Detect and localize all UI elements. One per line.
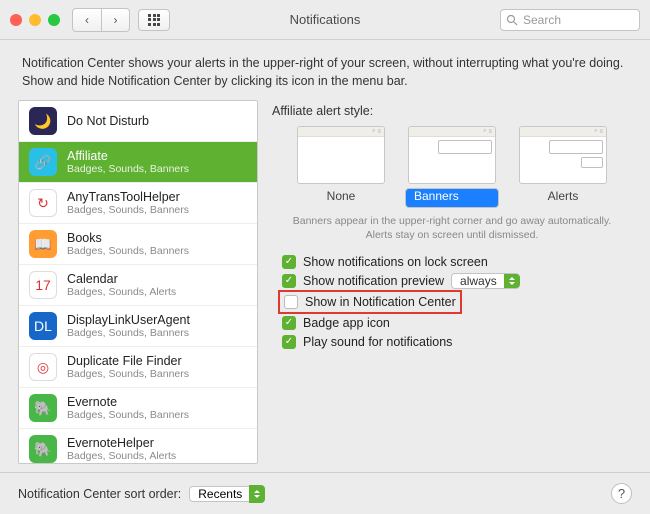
app-icon: 🔗 <box>29 148 57 176</box>
app-icon: 📖 <box>29 230 57 258</box>
checkbox-lock-screen[interactable] <box>282 255 296 269</box>
highlight-box: Show in Notification Center <box>278 290 462 314</box>
titlebar: ‹ › Notifications <box>0 0 650 40</box>
alert-style-heading: Affiliate alert style: <box>272 104 632 118</box>
show-all-button[interactable] <box>138 9 170 31</box>
minimize-icon[interactable] <box>29 14 41 26</box>
app-icon: DL <box>29 312 57 340</box>
app-list[interactable]: 🌙Do Not Disturb🔗AffiliateBadges, Sounds,… <box>18 100 258 464</box>
close-icon[interactable] <box>10 14 22 26</box>
grid-icon <box>148 14 160 26</box>
help-button[interactable]: ? <box>611 483 632 504</box>
app-name: Evernote <box>67 395 189 409</box>
sidebar-item[interactable]: 🐘 EvernoteBadges, Sounds, Banners <box>19 388 257 429</box>
nav-buttons: ‹ › <box>72 8 130 32</box>
app-name: Books <box>67 231 189 245</box>
app-name: Affiliate <box>67 149 189 163</box>
app-icon: 🌙 <box>29 107 57 135</box>
window-title: Notifications <box>290 12 361 27</box>
alert-style-banners[interactable]: ⌕≡ Banners <box>405 126 499 208</box>
sidebar-item[interactable]: 17 CalendarBadges, Sounds, Alerts <box>19 265 257 306</box>
back-button[interactable]: ‹ <box>73 9 101 31</box>
opt-badge: Badge app icon <box>282 316 632 330</box>
checkbox-notification-center[interactable] <box>284 295 298 309</box>
app-name: AnyTransToolHelper <box>67 190 189 204</box>
sidebar-item[interactable]: 📖 BooksBadges, Sounds, Banners <box>19 224 257 265</box>
checkbox-sound[interactable] <box>282 335 296 349</box>
search-icon <box>506 14 518 26</box>
app-icon: 🐘 <box>29 394 57 422</box>
sidebar-item[interactable]: ◎ Duplicate File FinderBadges, Sounds, Ba… <box>19 347 257 388</box>
opt-lock-screen: Show notifications on lock screen <box>282 255 632 269</box>
opt-sound: Play sound for notifications <box>282 335 632 349</box>
app-icon: 17 <box>29 271 57 299</box>
app-icon: ↻ <box>29 189 57 217</box>
search-input[interactable] <box>500 9 640 31</box>
opt-preview: Show notification preview always <box>282 274 632 288</box>
main-area: 🌙Do Not Disturb🔗AffiliateBadges, Sounds,… <box>0 100 650 472</box>
checkbox-preview[interactable] <box>282 274 296 288</box>
alert-style-none[interactable]: ⌕≡ None <box>297 126 385 208</box>
settings-panel: Affiliate alert style: ⌕≡ None ⌕≡ Banner… <box>272 100 632 464</box>
app-subtitle: Badges, Sounds, Banners <box>67 368 189 380</box>
app-subtitle: Badges, Sounds, Banners <box>67 327 190 339</box>
footer: Notification Center sort order: Recents … <box>0 472 650 514</box>
app-subtitle: Badges, Sounds, Banners <box>67 163 189 175</box>
sidebar-item[interactable]: 🐘 EvernoteHelperBadges, Sounds, Alerts <box>19 429 257 464</box>
sort-order-label: Notification Center sort order: <box>18 487 181 501</box>
app-subtitle: Badges, Sounds, Banners <box>67 409 189 421</box>
app-icon: ◎ <box>29 353 57 381</box>
app-icon: 🐘 <box>29 435 57 463</box>
alert-style-alerts[interactable]: ⌕≡ Alerts <box>519 126 607 208</box>
sidebar-item[interactable]: DL DisplayLinkUserAgentBadges, Sounds, Ba… <box>19 306 257 347</box>
app-subtitle: Badges, Sounds, Alerts <box>67 286 176 298</box>
app-name: Calendar <box>67 272 176 286</box>
app-name: DisplayLinkUserAgent <box>67 313 190 327</box>
opt-notification-center: Show in Notification Center <box>284 295 456 309</box>
description-text: Notification Center shows your alerts in… <box>0 40 650 100</box>
preferences-window: ‹ › Notifications Notification Center sh… <box>0 0 650 514</box>
chevron-updown-icon <box>504 274 520 288</box>
app-subtitle: Badges, Sounds, Banners <box>67 245 189 257</box>
preview-select[interactable]: always <box>451 274 520 288</box>
app-subtitle: Badges, Sounds, Alerts <box>67 450 176 462</box>
window-controls <box>10 14 60 26</box>
checkbox-badge[interactable] <box>282 316 296 330</box>
app-subtitle: Badges, Sounds, Banners <box>67 204 189 216</box>
zoom-icon[interactable] <box>48 14 60 26</box>
sidebar-item[interactable]: 🔗 AffiliateBadges, Sounds, Banners <box>19 142 257 183</box>
app-name: EvernoteHelper <box>67 436 176 450</box>
options-group: Show notifications on lock screen Show n… <box>272 255 632 349</box>
forward-button[interactable]: › <box>101 9 129 31</box>
sidebar-item[interactable]: ↻ AnyTransToolHelperBadges, Sounds, Banne… <box>19 183 257 224</box>
app-name: Duplicate File Finder <box>67 354 189 368</box>
sort-order-select[interactable]: Recents <box>189 485 265 503</box>
chevron-updown-icon <box>249 485 265 503</box>
app-name: Do Not Disturb <box>67 114 149 128</box>
search-wrap <box>500 9 640 31</box>
alert-style-row: ⌕≡ None ⌕≡ Banners ⌕≡ Alerts <box>272 126 632 208</box>
sidebar-item[interactable]: 🌙 Do Not Disturb <box>19 101 257 142</box>
alert-style-hint: Banners appear in the upper-right corner… <box>272 214 632 242</box>
